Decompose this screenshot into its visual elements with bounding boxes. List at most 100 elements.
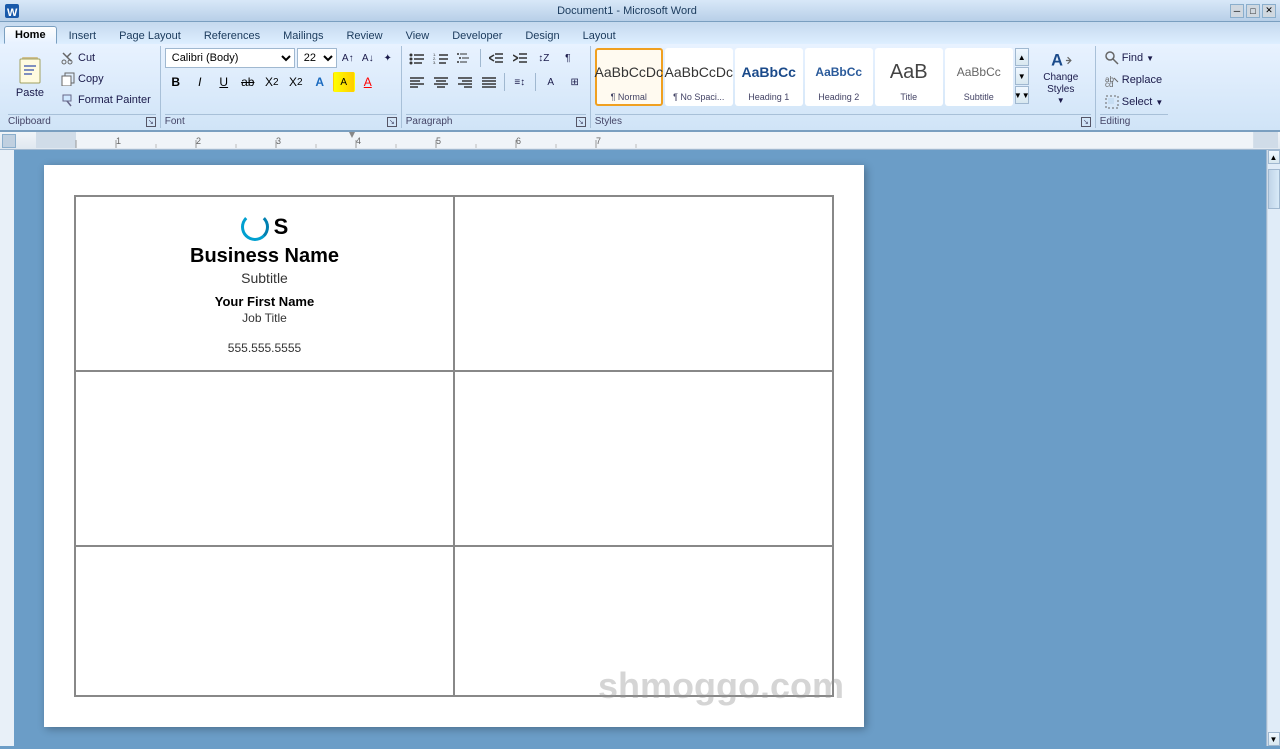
- style-subtitle-label: Subtitle: [964, 92, 994, 102]
- sort-button[interactable]: ↕Z: [533, 48, 555, 68]
- show-hide-button[interactable]: ¶: [557, 48, 579, 68]
- ribbon: Home Insert Page Layout References Maili…: [0, 22, 1280, 132]
- document-area[interactable]: S Business Name Subtitle Your First Name…: [14, 150, 1266, 746]
- scrollbar-thumb[interactable]: [1268, 169, 1280, 209]
- paragraph-group-label: Paragraph ↘: [406, 114, 586, 127]
- select-button[interactable]: Select ▼: [1100, 92, 1169, 112]
- paste-label: Paste: [16, 87, 44, 99]
- card-cell-bot-left[interactable]: [75, 546, 454, 696]
- app-icon: W: [4, 3, 20, 19]
- svg-text:6: 6: [516, 136, 521, 146]
- clear-formatting-button[interactable]: ✦: [379, 49, 397, 67]
- align-left-button[interactable]: [406, 72, 428, 92]
- find-icon: [1105, 51, 1119, 65]
- font-shrink-button[interactable]: A↓: [359, 49, 377, 67]
- tab-references[interactable]: References: [193, 27, 271, 44]
- scrollbar-up[interactable]: ▲: [1268, 150, 1280, 164]
- card-cell-bot-right[interactable]: [454, 546, 833, 696]
- bold-button[interactable]: B: [165, 72, 187, 92]
- multilevel-list-button[interactable]: [454, 48, 476, 68]
- font-color-button[interactable]: A: [357, 72, 379, 92]
- replace-button[interactable]: abcd Replace: [1100, 70, 1167, 90]
- style-subtitle[interactable]: AaBbCc Subtitle: [945, 48, 1013, 106]
- card-logo-circle: [241, 213, 269, 241]
- ruler-marks: 1 2 3 4 5 6 7: [36, 132, 1278, 149]
- style-normal-preview: AaBbCcDc: [599, 52, 659, 92]
- subscript-button[interactable]: X2: [261, 72, 283, 92]
- vertical-scrollbar[interactable]: ▲ ▼: [1266, 150, 1280, 746]
- card-cell-main[interactable]: S Business Name Subtitle Your First Name…: [75, 196, 454, 371]
- restore-button[interactable]: □: [1246, 4, 1260, 18]
- select-icon: [1105, 95, 1119, 109]
- close-button[interactable]: ✕: [1262, 4, 1276, 18]
- styles-expand-icon[interactable]: ↘: [1081, 117, 1091, 127]
- font-expand-icon[interactable]: ↘: [387, 117, 397, 127]
- find-button[interactable]: Find ▼: [1100, 48, 1159, 68]
- tab-insert[interactable]: Insert: [58, 27, 108, 44]
- document-page: S Business Name Subtitle Your First Name…: [44, 165, 864, 727]
- card-cell-top-right[interactable]: [454, 196, 833, 371]
- justify-button[interactable]: [478, 72, 500, 92]
- card-cell-mid-left[interactable]: [75, 371, 454, 546]
- paragraph-group: 1.2.3. ↕Z ¶: [402, 46, 591, 128]
- ribbon-tab-bar: Home Insert Page Layout References Maili…: [0, 22, 1280, 44]
- style-heading1[interactable]: AaBbCc Heading 1: [735, 48, 803, 106]
- editing-group-label: Editing: [1100, 114, 1169, 127]
- ribbon-content: Paste Cut: [0, 44, 1280, 130]
- tab-design[interactable]: Design: [514, 27, 570, 44]
- strikethrough-button[interactable]: ab: [237, 72, 259, 92]
- scrollbar-down[interactable]: ▼: [1268, 732, 1280, 746]
- shading-button[interactable]: A: [540, 72, 562, 92]
- line-spacing-button[interactable]: ≡↕: [509, 72, 531, 92]
- font-group-label: Font ↘: [165, 114, 397, 127]
- editing-group: Find ▼ abcd Replace Select ▼ Editing: [1096, 46, 1173, 128]
- copy-button[interactable]: Copy: [56, 69, 156, 89]
- borders-button[interactable]: ⊞: [564, 72, 586, 92]
- svg-text:1: 1: [116, 136, 121, 146]
- font-family-select[interactable]: Calibri (Body): [165, 48, 295, 68]
- clipboard-expand-icon[interactable]: ↘: [146, 117, 156, 127]
- clipboard-small-buttons: Cut Copy Format Pain: [56, 48, 156, 110]
- style-title[interactable]: AaB Title: [875, 48, 943, 106]
- style-normal[interactable]: AaBbCcDc ¶ Normal: [595, 48, 663, 106]
- paste-button[interactable]: Paste: [8, 48, 52, 102]
- ruler-corner[interactable]: [2, 134, 16, 148]
- font-grow-button[interactable]: A↑: [339, 49, 357, 67]
- para-divider-2: [504, 73, 505, 91]
- change-styles-button[interactable]: A ChangeStyles ▼: [1031, 48, 1091, 106]
- bullets-button[interactable]: [406, 48, 428, 68]
- increase-indent-button[interactable]: [509, 48, 531, 68]
- svg-text:3.: 3.: [433, 60, 436, 65]
- numbering-button[interactable]: 1.2.3.: [430, 48, 452, 68]
- tab-home[interactable]: Home: [4, 26, 57, 44]
- minimize-button[interactable]: ─: [1230, 4, 1244, 18]
- tab-review[interactable]: Review: [335, 27, 393, 44]
- align-right-button[interactable]: [454, 72, 476, 92]
- clipboard-group: Paste Cut: [4, 46, 161, 128]
- text-highlight-button[interactable]: A: [333, 72, 355, 92]
- tab-page-layout[interactable]: Page Layout: [108, 27, 192, 44]
- superscript-button[interactable]: X2: [285, 72, 307, 92]
- text-effects-button[interactable]: A: [309, 72, 331, 92]
- style-heading2[interactable]: AaBbCc Heading 2: [805, 48, 873, 106]
- card-job-title: Job Title: [242, 311, 287, 325]
- style-no-spacing[interactable]: AaBbCcDc ¶ No Spaci...: [665, 48, 733, 106]
- styles-expand[interactable]: ▼▼: [1015, 86, 1029, 104]
- tab-mailings[interactable]: Mailings: [272, 27, 334, 44]
- styles-gallery: AaBbCcDc ¶ Normal AaBbCcDc ¶ No Spaci...: [595, 48, 1013, 106]
- underline-button[interactable]: U: [213, 72, 235, 92]
- font-size-select[interactable]: 22: [297, 48, 337, 68]
- cut-button[interactable]: Cut: [56, 48, 156, 68]
- tab-developer[interactable]: Developer: [441, 27, 513, 44]
- styles-scroll-down[interactable]: ▼: [1015, 67, 1029, 85]
- italic-button[interactable]: I: [189, 72, 211, 92]
- tab-view[interactable]: View: [395, 27, 441, 44]
- format-painter-button[interactable]: Format Painter: [56, 90, 156, 110]
- tab-layout[interactable]: Layout: [572, 27, 627, 44]
- decrease-indent-button[interactable]: [485, 48, 507, 68]
- styles-scroll-up[interactable]: ▲: [1015, 48, 1029, 66]
- paragraph-expand-icon[interactable]: ↘: [576, 117, 586, 127]
- svg-text:2: 2: [196, 136, 201, 146]
- align-center-button[interactable]: [430, 72, 452, 92]
- card-cell-mid-right[interactable]: [454, 371, 833, 546]
